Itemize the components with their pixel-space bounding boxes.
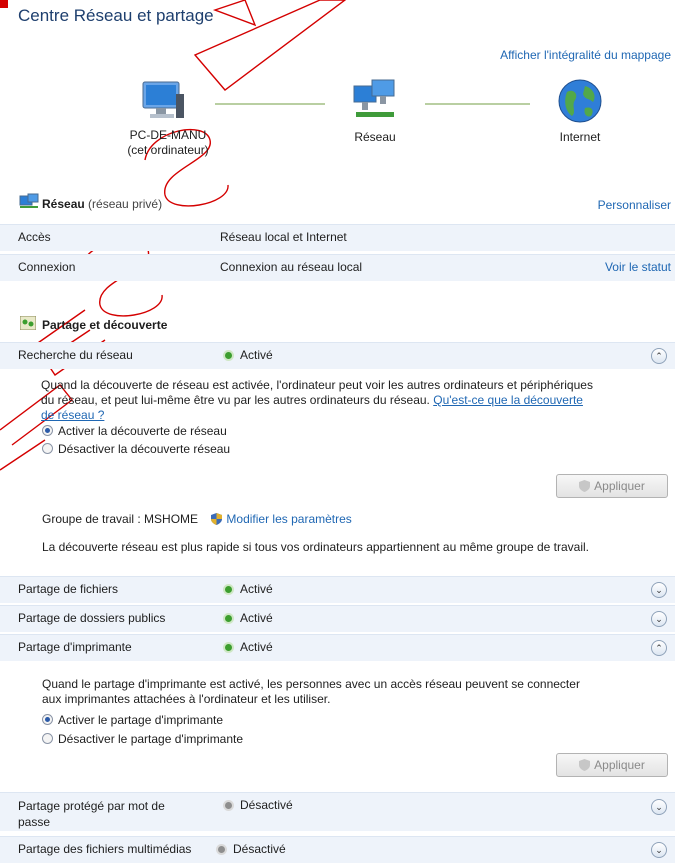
printer-desc-line1: Quand le partage d'imprimante est activé…: [42, 677, 580, 691]
customize-link[interactable]: Personnaliser: [598, 198, 671, 212]
computer-node[interactable]: PC-DE-MANU (cet ordinateur): [118, 78, 218, 168]
printer-off-label: Désactiver le partage d'imprimante: [58, 732, 244, 746]
watermark-fragment: [0, 0, 8, 8]
discovery-desc-line2: du réseau, et peut lui-même être vu par …: [41, 393, 430, 407]
connector-line-1: [215, 103, 325, 105]
connection-label: Connexion: [18, 260, 76, 274]
printer-apply-button[interactable]: Appliquer: [556, 753, 668, 777]
password-sharing-status: Désactivé: [240, 798, 293, 812]
media-sharing-status: Désactivé: [233, 842, 286, 856]
network-name: Réseau: [354, 130, 396, 144]
printer-desc-line2: aux imprimantes attachées à l'ordinateur…: [42, 692, 331, 706]
access-row: Accès Réseau local et Internet: [0, 224, 675, 251]
sharing-section-title: Partage et découverte: [42, 318, 168, 332]
printer-off-radio[interactable]: Désactiver le partage d'imprimante: [42, 732, 243, 746]
network-section-name: Réseau: [42, 197, 85, 211]
printer-on-radio[interactable]: Activer le partage d'imprimante: [42, 713, 223, 727]
discovery-label: Recherche du réseau: [18, 348, 133, 362]
modify-settings-link[interactable]: Modifier les paramètres: [226, 512, 351, 526]
public-folder-label: Partage de dossiers publics: [18, 611, 166, 625]
full-map-link[interactable]: Afficher l'intégralité du mappage: [500, 48, 671, 62]
network-icon: [353, 79, 395, 117]
chevron-down-icon[interactable]: ⌄: [651, 611, 667, 627]
workgroup-label: Groupe de travail : MSHOME: [42, 512, 199, 526]
page-title: Centre Réseau et partage: [18, 6, 214, 25]
discovery-status: Activé: [240, 348, 273, 362]
view-status-link[interactable]: Voir le statut: [605, 260, 671, 274]
chevron-up-icon[interactable]: ⌃: [651, 348, 667, 364]
printer-apply-label: Appliquer: [594, 758, 645, 772]
internet-name: Internet: [559, 130, 601, 144]
printer-sharing-label: Partage d'imprimante: [18, 640, 132, 654]
workgroup-tip: La découverte réseau est plus rapide si …: [42, 540, 589, 554]
password-sharing-label-l2: passe: [18, 815, 51, 829]
network-section-type: (réseau privé): [88, 197, 163, 211]
uac-shield-icon: [211, 513, 223, 525]
computer-icon: [142, 81, 184, 118]
access-label: Accès: [18, 230, 51, 244]
printer-on-label: Activer le partage d'imprimante: [58, 713, 224, 727]
status-on-icon: [225, 644, 232, 652]
discovery-apply-label: Appliquer: [594, 479, 645, 493]
discovery-apply-button[interactable]: Appliquer: [556, 474, 668, 498]
password-sharing-row[interactable]: Partage protégé par mot de passe Désactiv…: [0, 792, 675, 831]
printer-sharing-status: Activé: [240, 640, 273, 654]
radio-empty-icon: [42, 443, 53, 454]
access-value: Réseau local et Internet: [220, 230, 347, 244]
media-sharing-row[interactable]: Partage des fichiers multimédias Désacti…: [0, 836, 675, 863]
discovery-desc-line1: Quand la découverte de réseau est activé…: [41, 378, 593, 392]
status-on-icon: [225, 615, 232, 623]
status-on-icon: [225, 586, 232, 594]
radio-checked-icon: [42, 425, 53, 436]
internet-node[interactable]: Internet: [540, 78, 620, 148]
discovery-row[interactable]: Recherche du réseau Activé ⌃: [0, 342, 675, 369]
chevron-down-icon[interactable]: ⌄: [651, 799, 667, 815]
discovery-help-link-cont[interactable]: de réseau ?: [41, 408, 104, 422]
file-sharing-row[interactable]: Partage de fichiers Activé ⌄: [0, 576, 675, 603]
password-sharing-label-l1: Partage protégé par mot de: [18, 799, 165, 813]
status-on-icon: [225, 352, 232, 360]
status-off-icon: [218, 846, 225, 854]
network-section-icon: [19, 193, 39, 208]
chevron-up-icon[interactable]: ⌃: [651, 640, 667, 656]
media-sharing-label: Partage des fichiers multimédias: [18, 842, 192, 856]
connection-row: Connexion Connexion au réseau local Voir…: [0, 254, 675, 281]
chevron-down-icon[interactable]: ⌄: [651, 842, 667, 858]
connection-value[interactable]: Connexion au réseau local: [220, 260, 362, 274]
public-folder-row[interactable]: Partage de dossiers publics Activé ⌄: [0, 605, 675, 632]
printer-sharing-row[interactable]: Partage d'imprimante Activé ⌃: [0, 634, 675, 661]
public-folder-status: Activé: [240, 611, 273, 625]
discovery-on-radio[interactable]: Activer la découverte de réseau: [42, 424, 227, 438]
file-sharing-label: Partage de fichiers: [18, 582, 119, 596]
discovery-help-link[interactable]: Qu'est-ce que la découverte: [433, 393, 583, 407]
discovery-off-label: Désactiver la découverte réseau: [58, 442, 231, 456]
discovery-on-label: Activer la découverte de réseau: [58, 424, 227, 438]
globe-icon: [558, 79, 602, 123]
radio-checked-icon: [42, 714, 53, 725]
chevron-down-icon[interactable]: ⌄: [651, 582, 667, 598]
status-off-icon: [225, 802, 232, 810]
sharing-icon: [20, 316, 36, 330]
discovery-description: Quand la découverte de réseau est activé…: [41, 378, 671, 423]
discovery-off-radio[interactable]: Désactiver la découverte réseau: [42, 442, 230, 456]
shield-icon: [579, 759, 591, 771]
printer-description: Quand le partage d'imprimante est activé…: [42, 677, 672, 707]
shield-icon: [579, 480, 591, 492]
file-sharing-status: Activé: [240, 582, 273, 596]
computer-name: PC-DE-MANU: [129, 128, 207, 142]
radio-empty-icon: [42, 733, 53, 744]
network-node[interactable]: Réseau: [335, 78, 415, 148]
computer-subtitle: (cet ordinateur): [127, 143, 209, 157]
connector-line-2: [425, 103, 530, 105]
